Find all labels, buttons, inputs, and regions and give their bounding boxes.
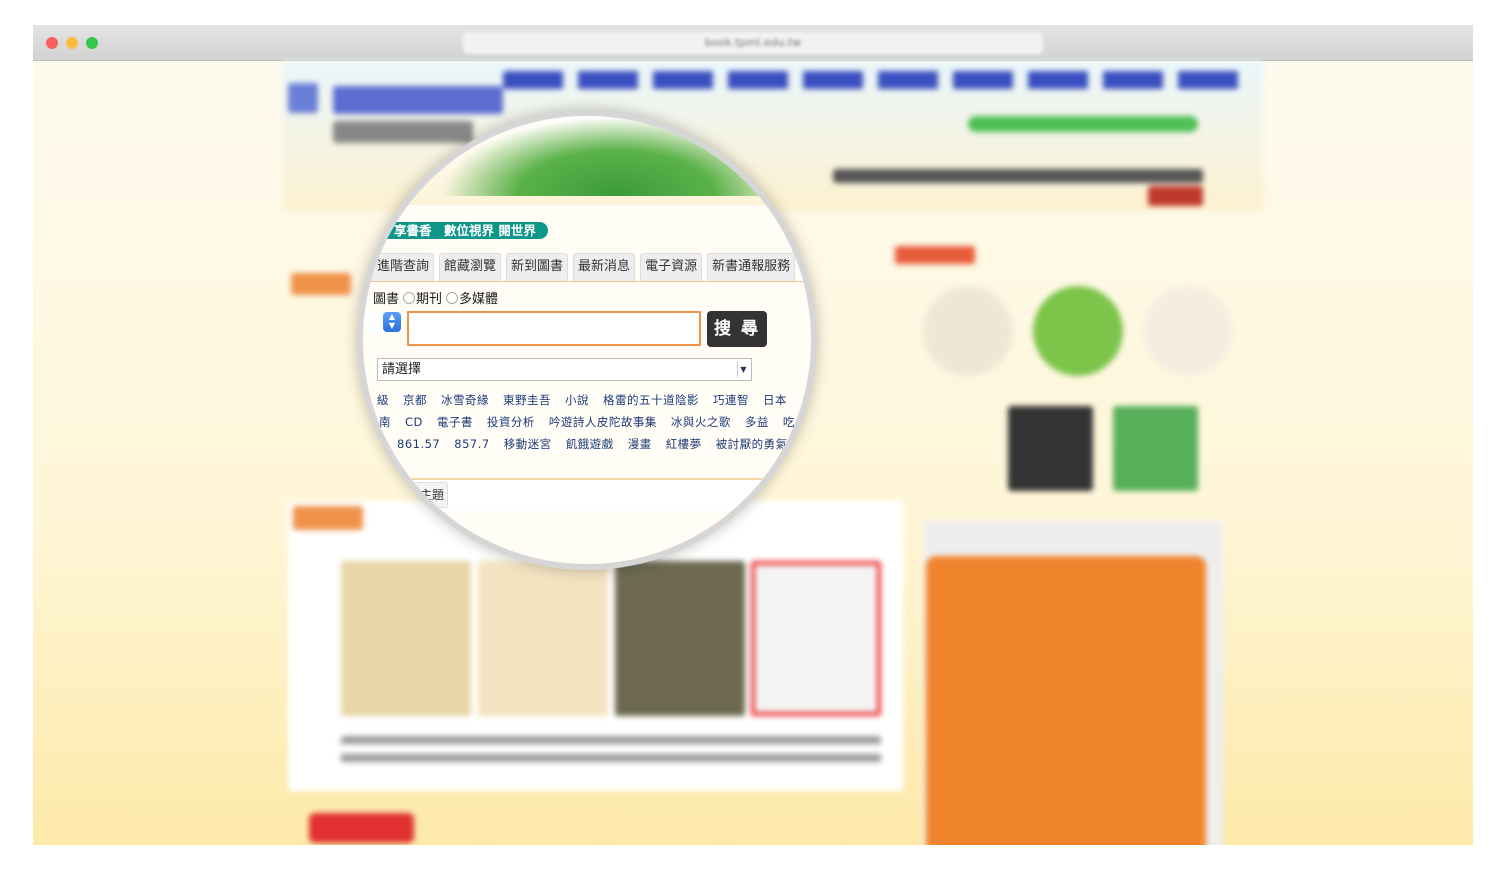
keyword-link[interactable]: 移動迷宮: [504, 437, 552, 451]
close-window-button[interactable]: [46, 37, 58, 49]
chevron-down-icon: ▼: [737, 362, 749, 377]
keyword-link[interactable]: 東野圭吾: [503, 393, 551, 407]
radio-label-periodicals: 期刊: [416, 292, 443, 307]
tab-new-books[interactable]: 新到圖書: [506, 253, 569, 281]
search-tabs: 進階查詢 館藏瀏覽 新到圖書 最新消息 電子資源 新書通報服務: [372, 253, 796, 281]
keyword-link[interactable]: 投資分析: [487, 415, 535, 429]
keyword-link[interactable]: 南: [379, 415, 391, 429]
keyword-link[interactable]: 冰與火之歌: [671, 415, 731, 429]
material-type-radios: 圖書 期刊 多媒體: [373, 288, 498, 307]
tab-advanced-search[interactable]: 進階查詢: [372, 253, 435, 281]
radio-label-multimedia: 多媒體: [459, 292, 499, 307]
keyword-link[interactable]: 被討厭的勇氣: [716, 437, 788, 451]
keyword-link[interactable]: 小說: [565, 393, 589, 407]
keyword-link[interactable]: 飢餓遊戲: [566, 437, 614, 451]
minimize-window-button[interactable]: [66, 37, 78, 49]
radio-label-books: 圖書: [373, 292, 400, 307]
keyword-link[interactable]: 861.57: [397, 437, 440, 451]
hot-keywords-row-2: 南 CD 電子書 投資分析 吟遊詩人皮陀故事集 冰與火之歌 多益吃: [379, 414, 809, 430]
keyword-link[interactable]: 格雷的五十道陰影: [603, 393, 699, 407]
category-dropdown[interactable]: 請選擇 ▼: [377, 358, 752, 381]
keyword-link[interactable]: 漫畫: [628, 437, 652, 451]
tab-subject[interactable]: ▒▒ 主題: [372, 482, 448, 508]
tab-new-book-alert[interactable]: 新書通報服務: [707, 253, 796, 281]
mountain-illustration: [440, 116, 760, 196]
keyword-link[interactable]: 冰雪奇緣: [441, 393, 489, 407]
browser-toolbar: book.tpml.edu.tw: [33, 25, 1473, 61]
keyword-link[interactable]: 857.7: [454, 437, 489, 451]
hot-keywords-row-1: 級京都 冰雪奇緣 東野圭吾 小說 格雷的五十道陰影 巧連智 日本: [377, 392, 801, 408]
keyword-link[interactable]: 日本: [763, 393, 787, 407]
tab-collection-browse[interactable]: 館藏瀏覽: [439, 253, 502, 281]
keyword-link[interactable]: 巧連智: [713, 393, 749, 407]
address-bar[interactable]: book.tpml.edu.tw: [463, 32, 1043, 54]
search-button[interactable]: 搜 尋: [707, 311, 767, 347]
magnifier-lens: 享書香 數位視界 閱世界 進階查詢 館藏瀏覽 新到圖書 最新消息 電子資源 新書…: [357, 110, 817, 570]
keyword-link[interactable]: 京都: [403, 393, 427, 407]
tab-e-resources[interactable]: 電子資源: [640, 253, 703, 281]
radio-periodicals[interactable]: [403, 291, 416, 304]
hot-keywords-row-3: 861.57 857.7 移動迷宮 飢餓遊戲 漫畫 紅樓夢 被討厭的勇氣: [397, 436, 802, 452]
keyword-link[interactable]: 多益: [745, 415, 769, 429]
field-select-stepper[interactable]: ▲ ▼: [383, 312, 401, 332]
radio-multimedia[interactable]: [446, 291, 459, 304]
slogan-banner: 享書香 數位視界 閱世界: [380, 222, 548, 239]
keyword-link[interactable]: 紅樓夢: [666, 437, 702, 451]
search-input[interactable]: [409, 313, 699, 344]
tab-news[interactable]: 最新消息: [573, 253, 636, 281]
keyword-link[interactable]: 級: [377, 393, 389, 407]
keyword-link[interactable]: 吟遊詩人皮陀故事集: [549, 415, 657, 429]
search-input-box[interactable]: [407, 311, 701, 346]
keyword-link[interactable]: CD: [405, 415, 423, 429]
keyword-link[interactable]: 電子書: [437, 415, 473, 429]
maximize-window-button[interactable]: [86, 37, 98, 49]
keyword-link[interactable]: 吃: [783, 415, 795, 429]
